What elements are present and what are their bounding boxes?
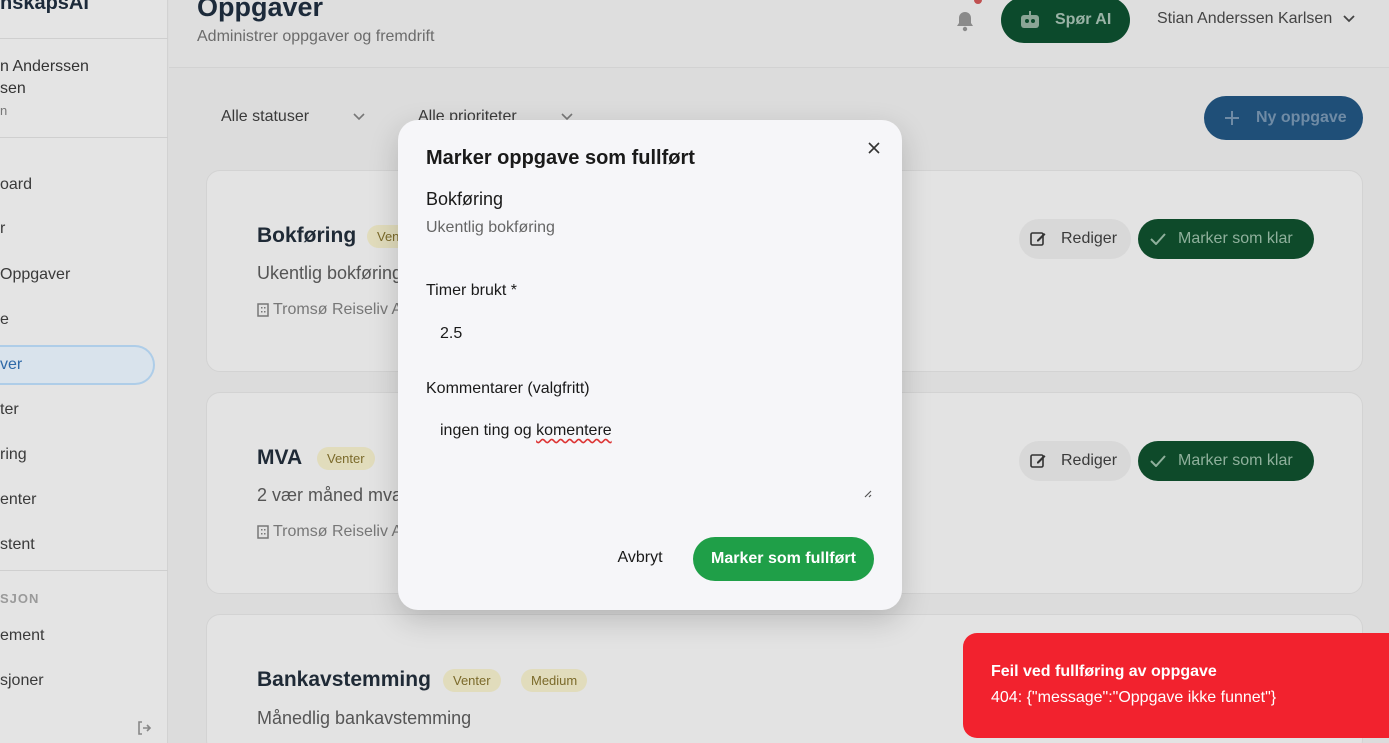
ask-ai-label: Spør AI: [1055, 11, 1112, 28]
sidebar-item-admin-2[interactable]: sjoner: [0, 672, 44, 690]
comments-text-misspelled: komentere: [536, 422, 612, 439]
resize-handle-icon[interactable]: [862, 488, 872, 498]
hours-label: Timer brukt *: [426, 282, 517, 299]
confirm-complete-button[interactable]: Marker som fullført: [693, 537, 874, 581]
check-icon: [1150, 455, 1166, 467]
mark-done-button[interactable]: Marker som klar: [1138, 219, 1314, 259]
brand-logo-text: nskapsAI: [0, 0, 89, 14]
edit-task-button[interactable]: Rediger: [1019, 441, 1131, 481]
notification-dot: [974, 0, 982, 4]
sidebar-item-dashboard[interactable]: oard: [0, 176, 32, 194]
building-icon: [257, 303, 269, 317]
comments-textarea[interactable]: ingen ting og komentere: [426, 410, 874, 500]
task-client: Tromsø Reiseliv AS: [257, 523, 413, 541]
robot-icon: [1021, 11, 1039, 28]
sidebar-item-2[interactable]: r: [0, 220, 5, 238]
chevron-down-icon: [1343, 15, 1355, 23]
user-menu[interactable]: Stian Anderssen Karlsen: [1157, 10, 1356, 28]
sidebar-item-7[interactable]: ring: [0, 446, 27, 464]
logout-icon[interactable]: [136, 720, 152, 736]
mark-done-button[interactable]: Marker som klar: [1138, 441, 1314, 481]
chevron-down-icon: [353, 113, 365, 121]
sidebar-item-9[interactable]: stent: [0, 536, 35, 554]
new-task-button[interactable]: Ny oppgave: [1204, 96, 1363, 140]
sidebar-section-label: SJON: [0, 591, 40, 606]
toast-title: Feil ved fullføring av oppgave: [991, 663, 1217, 680]
sidebar-user-name-line2: sen: [0, 80, 26, 97]
task-title: Bokføring: [257, 224, 357, 247]
sidebar-item-oppgaver-alt[interactable]: Oppgaver: [0, 266, 70, 284]
complete-task-modal: Marker oppgave som fullført Bokføring Uk…: [398, 120, 902, 610]
task-description: Ukentlig bokføring: [257, 263, 403, 283]
task-description: 2 vær måned mva: [257, 485, 403, 505]
comments-text-part: ingen ting og: [440, 422, 537, 439]
mark-done-label: Marker som klar: [1178, 230, 1293, 247]
sidebar-item-6[interactable]: ter: [0, 401, 19, 419]
notification-bell-icon[interactable]: [955, 10, 975, 32]
hours-input[interactable]: [426, 313, 874, 355]
modal-title: Marker oppgave som fullført: [426, 147, 695, 169]
sidebar-item-8[interactable]: enter: [0, 491, 36, 509]
sidebar-item-4[interactable]: e: [0, 311, 9, 329]
close-icon[interactable]: [866, 140, 882, 156]
task-description: Månedlig bankavstemming: [257, 708, 472, 728]
sidebar-user-name-line1: n Anderssen: [0, 58, 89, 75]
task-client-name: Tromsø Reiseliv AS: [273, 301, 413, 318]
edit-label: Rediger: [1061, 452, 1118, 469]
edit-icon: [1030, 454, 1046, 468]
toast-message: 404: {"message":"Oppgave ikke funnet"}: [991, 689, 1277, 706]
ask-ai-button[interactable]: Spør AI: [1001, 0, 1130, 43]
mark-done-label: Marker som klar: [1178, 452, 1293, 469]
modal-task-name: Bokføring: [426, 189, 504, 209]
page-subtitle: Administrer oppgaver og fremdrift: [197, 28, 435, 45]
edit-task-button[interactable]: Rediger: [1019, 219, 1131, 259]
top-header: Oppgaver Administrer oppgaver og fremdri…: [169, 0, 1389, 68]
sidebar-user: n Anderssen sen n: [0, 56, 168, 122]
sidebar-item-admin-1[interactable]: ement: [0, 627, 44, 645]
error-toast: Feil ved fullføring av oppgave 404: {"me…: [963, 633, 1389, 738]
sidebar-divider: [0, 38, 168, 39]
sidebar-divider: [0, 570, 168, 571]
sidebar: nskapsAI n Anderssen sen n oard r Oppgav…: [0, 0, 168, 743]
cancel-button[interactable]: Avbryt: [604, 538, 676, 578]
modal-task-description: Ukentlig bokføring: [426, 219, 555, 236]
user-name: Stian Anderssen Karlsen: [1157, 10, 1333, 27]
status-badge: Venter: [443, 669, 501, 692]
task-client: Tromsø Reiseliv AS: [257, 301, 413, 319]
status-filter-value: Alle statuser: [221, 108, 310, 125]
new-task-label: Ny oppgave: [1256, 109, 1347, 126]
task-title: MVA: [257, 446, 303, 469]
sidebar-active-highlight: [0, 345, 155, 385]
comments-value: ingen ting og komentere: [440, 422, 612, 440]
building-icon: [257, 525, 269, 539]
task-client-name: Tromsø Reiseliv AS: [273, 523, 413, 540]
task-title: Bankavstemming: [257, 668, 431, 691]
status-badge: Venter: [317, 447, 375, 470]
check-icon: [1150, 233, 1166, 245]
comments-label: Kommentarer (valgfritt): [426, 380, 590, 397]
edit-icon: [1030, 232, 1046, 246]
priority-badge: Medium: [521, 669, 588, 692]
sidebar-user-role: n: [0, 103, 8, 118]
sidebar-item-oppgaver[interactable]: ver: [0, 356, 22, 374]
page-title: Oppgaver: [197, 0, 324, 22]
sidebar-divider: [0, 137, 168, 138]
status-filter-select[interactable]: Alle statuser: [221, 108, 365, 126]
plus-icon: [1225, 111, 1239, 125]
edit-label: Rediger: [1061, 230, 1118, 247]
